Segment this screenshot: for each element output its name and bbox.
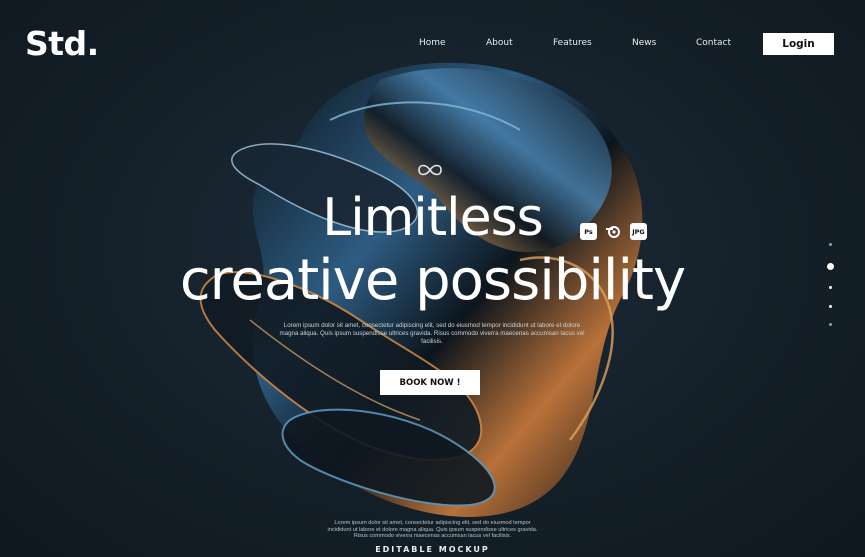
login-button[interactable]: Login bbox=[763, 33, 834, 55]
mockup-label: EDITABLE MOCKUP bbox=[375, 545, 490, 554]
software-badges: Ps JPG bbox=[580, 223, 647, 240]
nav-contact[interactable]: Contact bbox=[696, 38, 731, 48]
hero-title-line1: Limitless bbox=[322, 188, 544, 248]
hero-description: Lorem ipsum dolor sit amet, consectetur … bbox=[279, 322, 585, 345]
nav-about[interactable]: About bbox=[486, 38, 513, 48]
footer-description: Lorem ipsum dolor sit amet, consectetur … bbox=[327, 520, 538, 540]
nav-features[interactable]: Features bbox=[553, 38, 592, 48]
infinity-icon bbox=[418, 164, 442, 176]
slider-dot[interactable] bbox=[829, 286, 832, 289]
slider-pagination bbox=[826, 243, 836, 333]
nav-news[interactable]: News bbox=[632, 38, 656, 48]
photoshop-icon: Ps bbox=[580, 223, 597, 240]
slider-dot-active[interactable] bbox=[827, 263, 834, 270]
hero-title-line2: creative possibility bbox=[179, 248, 686, 313]
slider-dot[interactable] bbox=[829, 323, 832, 326]
blender-icon bbox=[605, 223, 622, 240]
slider-dot[interactable] bbox=[829, 243, 832, 246]
nav-home[interactable]: Home bbox=[419, 38, 446, 48]
jpg-icon: JPG bbox=[630, 223, 647, 240]
slider-dot[interactable] bbox=[829, 305, 832, 308]
book-now-button[interactable]: BOOK NOW ! bbox=[380, 370, 480, 395]
main-nav: Home About Features News Contact bbox=[0, 38, 865, 52]
